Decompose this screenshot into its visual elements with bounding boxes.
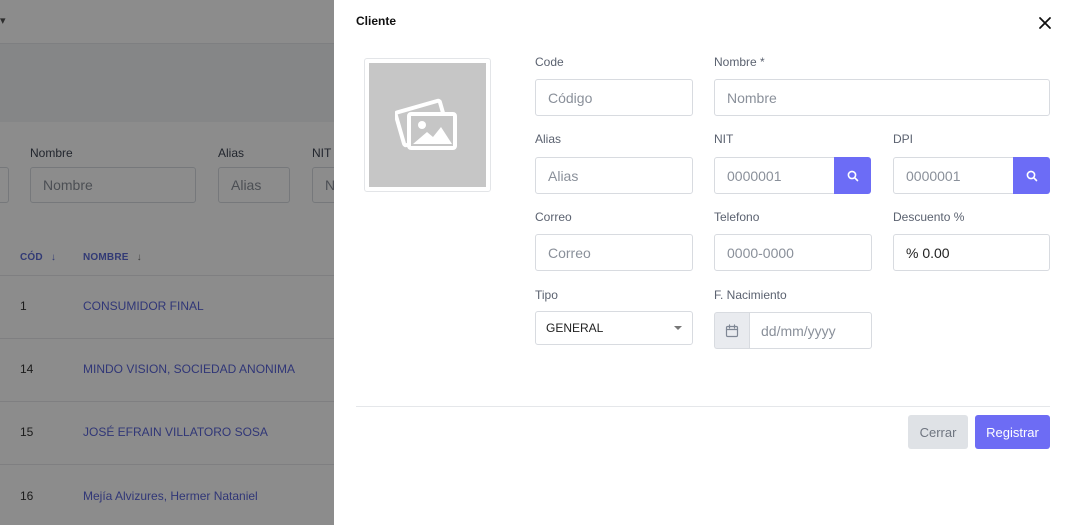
descuento-value: % 0.00 — [906, 244, 950, 261]
image-placeholder-icon — [394, 98, 457, 150]
telefono-input[interactable]: 0000-0000 — [714, 234, 872, 271]
search-icon — [847, 170, 858, 181]
cerrar-button[interactable]: Cerrar — [908, 415, 968, 449]
correo-placeholder: Correo — [548, 244, 591, 261]
registrar-button[interactable]: Registrar — [975, 415, 1050, 449]
caret-down-icon — [674, 326, 682, 330]
dpi-search-button[interactable] — [1013, 157, 1050, 194]
modal-title: Cliente — [356, 14, 397, 28]
nacimiento-label: F. Nacimiento — [714, 288, 787, 302]
dpi-input[interactable]: 0000001 — [893, 157, 1014, 194]
alias-label: Alias — [535, 132, 562, 146]
nacimiento-input[interactable]: dd/mm/yyyy — [749, 312, 872, 349]
nit-placeholder: 0000001 — [727, 167, 782, 184]
calendar-icon — [725, 323, 739, 337]
footer-divider — [356, 406, 1050, 407]
dpi-label: DPI — [893, 132, 914, 146]
telefono-placeholder: 0000-0000 — [727, 244, 794, 261]
nacimiento-date-field[interactable]: dd/mm/yyyy — [714, 312, 872, 349]
correo-input[interactable]: Correo — [535, 234, 693, 271]
nit-search-button[interactable] — [834, 157, 871, 194]
code-input[interactable]: Código — [535, 79, 693, 116]
tipo-selected-value: GENERAL — [546, 321, 604, 335]
nit-input[interactable]: 0000001 — [714, 157, 835, 194]
nit-label: NIT — [714, 132, 734, 146]
correo-label: Correo — [535, 210, 572, 224]
photo-placeholder — [369, 63, 486, 187]
dpi-placeholder: 0000001 — [906, 167, 961, 184]
nacimiento-placeholder: dd/mm/yyyy — [761, 322, 836, 339]
nombre-input[interactable]: Nombre — [714, 79, 1050, 116]
code-placeholder: Código — [548, 89, 593, 106]
alias-input[interactable]: Alias — [535, 157, 693, 194]
client-photo[interactable] — [364, 58, 491, 192]
calendar-button[interactable] — [714, 312, 749, 349]
descuento-input[interactable]: % 0.00 — [893, 234, 1050, 271]
descuento-label: Descuento % — [893, 210, 965, 224]
client-modal: Cliente Code Código Nombre * Nombre Alia… — [334, 0, 1069, 525]
close-button[interactable] — [1034, 12, 1056, 34]
search-icon — [1026, 170, 1037, 181]
nombre-label: Nombre * — [714, 55, 765, 69]
close-icon — [1039, 17, 1051, 29]
alias-placeholder: Alias — [548, 167, 579, 184]
code-label: Code — [535, 55, 564, 69]
tipo-select[interactable]: GENERAL — [535, 311, 693, 345]
tipo-label: Tipo — [535, 288, 558, 302]
nombre-placeholder: Nombre — [727, 89, 777, 106]
telefono-label: Telefono — [714, 210, 760, 224]
